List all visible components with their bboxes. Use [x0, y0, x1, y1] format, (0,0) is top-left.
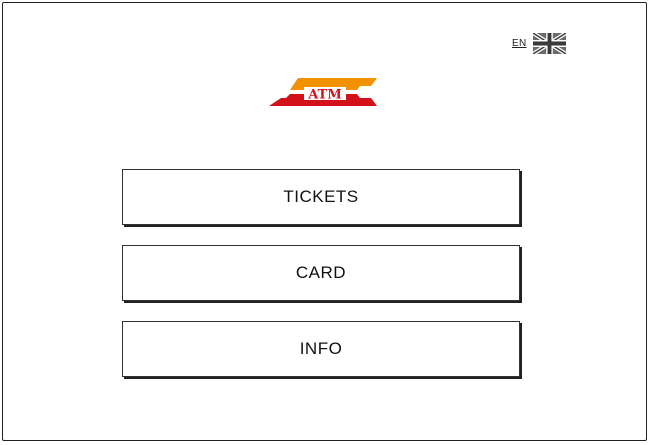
tickets-button-label: TICKETS [283, 187, 359, 206]
logo-text: ATM [307, 88, 341, 103]
atm-logo: ATM [269, 78, 377, 106]
info-button[interactable]: INFO [122, 321, 520, 377]
language-selector[interactable]: EN [512, 33, 566, 54]
info-button-label: INFO [299, 339, 343, 358]
language-code: EN [512, 38, 527, 49]
card-button[interactable]: CARD [122, 245, 520, 301]
tickets-button[interactable]: TICKETS [122, 169, 520, 225]
uk-flag-icon [532, 33, 566, 54]
card-button-label: CARD [295, 263, 347, 282]
